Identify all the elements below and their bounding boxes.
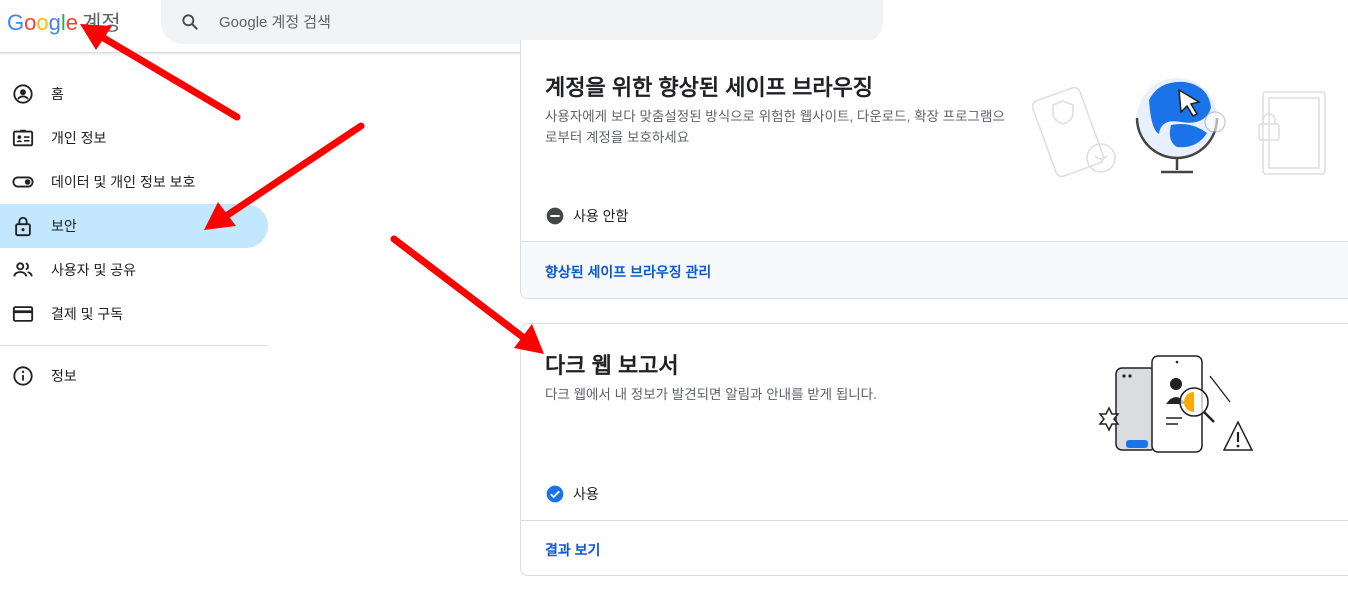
safe-browsing-illustration — [1031, 78, 1326, 178]
logo-letter: g — [48, 10, 61, 35]
sidebar-item-about[interactable]: 정보 — [0, 354, 268, 398]
sidebar-item-label: 사용자 및 공유 — [51, 262, 137, 278]
search-icon[interactable] — [180, 12, 200, 32]
dark-web-description: 다크 웹에서 내 정보가 발견되면 알림과 안내를 받게 됩니다. — [545, 387, 877, 402]
dark-web-report-card: 다크 웹 보고서 다크 웹에서 내 정보가 발견되면 알림과 안내를 받게 됩니… — [520, 323, 1348, 576]
people-icon — [12, 259, 34, 281]
logo-letter: o — [24, 10, 37, 35]
check-circle-icon — [546, 485, 564, 503]
safe-browsing-status: 사용 안함 — [545, 206, 628, 226]
info-icon — [12, 365, 34, 387]
lock-icon — [12, 215, 34, 237]
toggle-icon — [12, 171, 34, 193]
safe-browsing-footer: 향상된 세이프 브라우징 관리 — [521, 241, 1348, 298]
sidebar-divider — [0, 345, 268, 346]
sidebar-item-payments[interactable]: 결제 및 구독 — [0, 292, 268, 336]
credit-card-icon — [12, 303, 34, 325]
sidebar-item-security[interactable]: 보안 — [0, 204, 268, 248]
sidebar-item-home[interactable]: 홈 — [0, 72, 268, 116]
sidebar-item-label: 개인 정보 — [51, 130, 107, 146]
id-card-icon — [12, 127, 34, 149]
safe-browsing-description: 사용자에게 보다 맞춤설정된 방식으로 위험한 웹사이트, 다운로드, 확장 프… — [545, 109, 1005, 145]
sidebar-item-label: 데이터 및 개인 정보 보호 — [51, 174, 196, 190]
dark-web-status: 사용 — [545, 484, 599, 504]
search-input[interactable] — [219, 10, 819, 34]
sidebar-item-people-sharing[interactable]: 사용자 및 공유 — [0, 248, 268, 292]
dark-web-title: 다크 웹 보고서 — [545, 353, 679, 378]
google-account-logo[interactable]: Google 계정 — [7, 7, 121, 37]
product-name: 계정 — [82, 12, 121, 35]
account-circle-icon — [12, 83, 34, 105]
safe-browsing-card: 계정을 위한 향상된 세이프 브라우징 사용자에게 보다 맞춤설정된 방식으로 … — [520, 40, 1348, 299]
manage-safe-browsing-link[interactable]: 향상된 세이프 브라우징 관리 — [545, 262, 711, 282]
sidebar-item-label: 결제 및 구독 — [51, 306, 124, 322]
sidebar-item-label: 보안 — [51, 218, 77, 234]
logo-letter: G — [7, 10, 25, 35]
safe-browsing-title: 계정을 위한 향상된 세이프 브라우징 — [545, 75, 874, 100]
sidebar-item-data-privacy[interactable]: 데이터 및 개인 정보 보호 — [0, 160, 268, 204]
sidebar-item-personal-info[interactable]: 개인 정보 — [0, 116, 268, 160]
sidebar-nav: 홈 개인 정보 데이터 및 개인 정보 보호 보안 사용자 및 공유 결제 및 … — [0, 72, 268, 398]
dark-web-footer: 결과 보기 — [521, 520, 1348, 575]
logo-letter: o — [36, 10, 49, 35]
dark-web-illustration — [1098, 355, 1254, 453]
status-text: 사용 — [573, 486, 599, 502]
status-text: 사용 안함 — [573, 208, 629, 224]
sidebar-item-label: 정보 — [51, 368, 77, 384]
sidebar-item-label: 홈 — [51, 86, 64, 102]
logo-letter: e — [65, 10, 79, 35]
minus-circle-icon — [546, 207, 564, 225]
view-results-link[interactable]: 결과 보기 — [545, 540, 600, 560]
search-bar[interactable] — [161, 0, 883, 44]
